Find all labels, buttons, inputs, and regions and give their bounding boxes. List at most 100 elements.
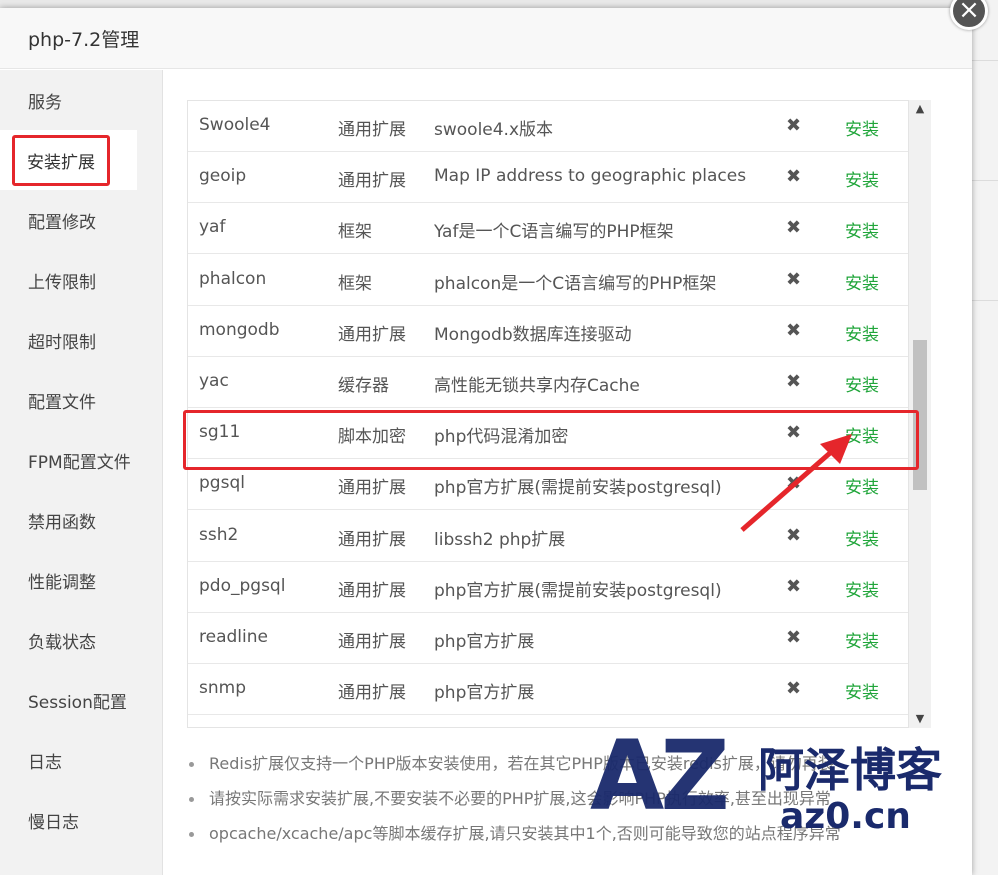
sidebar-item-label: 日志	[28, 752, 62, 773]
sidebar-item[interactable]: FPM配置文件	[0, 430, 162, 490]
not-installed-icon: ✖	[786, 115, 802, 136]
extension-type: 缓存器	[338, 376, 389, 396]
extension-name: readline	[199, 627, 268, 647]
extension-name: mongodb	[199, 319, 280, 340]
extension-description: Yaf是一个C语言编写的PHP框架	[434, 222, 674, 243]
extension-description: Map IP address to geographic places	[434, 166, 747, 187]
extension-name: pgsql	[199, 473, 245, 494]
scroll-thumb[interactable]	[913, 340, 927, 490]
extension-name: geoip	[199, 166, 247, 187]
not-installed-icon: ✖	[786, 217, 802, 239]
extension-type: 通用扩展	[338, 529, 406, 550]
install-button[interactable]: 安装	[845, 627, 879, 652]
install-button[interactable]: 安装	[845, 371, 879, 396]
table-row: geoip 通用扩展 Map IP address to geographic pl…	[188, 152, 908, 204]
extension-description: php代码混淆加密	[434, 427, 569, 448]
extension-name: yac	[199, 371, 229, 391]
sidebar: 服务安装扩展配置修改上传限制超时限制配置文件 FPM配置文件 禁用函数性能调整负载状…	[0, 70, 163, 875]
not-installed-icon: ✖	[786, 575, 802, 597]
install-button[interactable]: 安装	[845, 166, 879, 191]
sidebar-item[interactable]: 超时限制	[0, 310, 162, 370]
extension-description: php官方扩展	[434, 632, 535, 652]
extension-type: 脚本加密	[338, 427, 406, 448]
table-row: yaf 框架 Yaf是一个C语言编写的PHP框架 ✖ 安装	[188, 203, 908, 255]
sidebar-item[interactable]: 服务	[0, 70, 162, 130]
extension-name: ssh2	[199, 524, 239, 545]
install-button[interactable]: 安装	[845, 217, 879, 242]
extension-type: 通用扩展	[338, 580, 406, 601]
table-row: readline 通用扩展 php官方扩展 ✖ 安装	[188, 613, 908, 664]
not-installed-icon: ✖	[786, 268, 802, 290]
extension-description: php官方扩展(需提前安装postgresql)	[434, 478, 722, 499]
sidebar-item-label: 上传限制	[28, 272, 96, 293]
watermark-url: az0.cn	[780, 796, 911, 837]
extension-description: php官方扩展(需提前安装postgresql)	[434, 580, 722, 601]
install-button[interactable]: 安装	[845, 678, 879, 703]
sidebar-item[interactable]: 安装扩展	[0, 130, 137, 190]
extension-description: libssh2 php扩展	[434, 529, 566, 550]
watermark-logo: AZ	[590, 720, 730, 832]
annotation-arrow-icon	[740, 434, 852, 532]
extension-type: 通用扩展	[338, 171, 406, 192]
extension-type: 通用扩展	[338, 632, 406, 652]
extension-type: 通用扩展	[338, 324, 406, 345]
table-row: mongodb 通用扩展 Mongodb数据库连接驱动 ✖ 安装	[188, 306, 908, 357]
not-installed-icon: ✖	[786, 627, 802, 648]
sidebar-item[interactable]: 负载状态	[0, 610, 162, 670]
not-installed-icon: ✖	[786, 166, 802, 188]
extension-name: phalcon	[199, 268, 267, 289]
install-button[interactable]: 安装	[845, 269, 879, 294]
install-button[interactable]: 安装	[845, 576, 879, 601]
extension-description: Mongodb数据库连接驱动	[434, 324, 632, 345]
table-row: phalcon 框架 phalcon是一个C语言编写的PHP框架 ✖ 安装	[188, 255, 908, 306]
not-installed-icon: ✖	[786, 371, 802, 392]
sidebar-item[interactable]: 配置文件	[0, 370, 162, 430]
sidebar-item-label: 配置文件	[28, 392, 96, 413]
sidebar-item-label: Session配置	[28, 692, 127, 713]
dialog-title: php-7.2管理	[28, 28, 140, 51]
sidebar-item-label: 超时限制	[28, 332, 96, 353]
extension-description: 高性能无锁共享内存Cache	[434, 376, 640, 396]
extension-type: 框架	[338, 273, 372, 294]
scroll-up-icon[interactable]: ▲	[909, 100, 931, 118]
table-scrollbar[interactable]: ▲ ▼	[909, 100, 931, 728]
extension-name: sg11	[199, 422, 241, 443]
sidebar-item-label: 配置修改	[28, 212, 96, 233]
sidebar-item[interactable]: 配置修改	[0, 190, 162, 250]
sidebar-item[interactable]: 慢日志	[0, 790, 162, 850]
extension-name: Swoole4	[199, 115, 271, 135]
sidebar-item-label: 负载状态	[28, 632, 96, 653]
install-button[interactable]: 安装	[845, 115, 879, 140]
extension-type: 通用扩展	[338, 683, 406, 704]
extension-type: 通用扩展	[338, 120, 406, 140]
extension-description: phalcon是一个C语言编写的PHP框架	[434, 273, 717, 294]
extension-type: 框架	[338, 222, 372, 243]
table-row: pdo_pgsql 通用扩展 php官方扩展(需提前安装postgresql) ✖ 安装	[188, 562, 908, 613]
sidebar-item[interactable]: Session配置	[0, 670, 162, 730]
extension-description: swoole4.x版本	[434, 120, 554, 140]
install-button[interactable]: 安装	[845, 320, 879, 345]
sidebar-item-label: 安装扩展	[12, 134, 110, 186]
sidebar-item-label: 性能调整	[28, 572, 96, 593]
extension-name: pdo_pgsql	[199, 575, 286, 596]
sidebar-item-label: 禁用函数	[28, 512, 96, 533]
sidebar-item[interactable]: 性能调整	[0, 550, 162, 610]
table-row: Swoole4 通用扩展 swoole4.x版本 ✖ 安装	[188, 101, 908, 152]
extension-description: php官方扩展	[434, 683, 535, 704]
extension-name: yaf	[199, 217, 226, 238]
not-installed-icon: ✖	[786, 319, 802, 341]
dialog-header: php-7.2管理	[0, 8, 972, 69]
background-page-edge	[972, 0, 998, 875]
extension-name: snmp	[199, 678, 246, 699]
watermark: AZ 阿泽博客 az0.cn	[590, 720, 970, 860]
sidebar-item-label: 服务	[28, 92, 62, 113]
sidebar-item[interactable]: 上传限制	[0, 250, 162, 310]
sidebar-item-label: 慢日志	[28, 812, 79, 833]
watermark-name: 阿泽博客	[758, 743, 942, 797]
table-row: yac 缓存器 高性能无锁共享内存Cache ✖ 安装	[188, 357, 908, 408]
extension-type: 通用扩展	[338, 478, 406, 499]
sidebar-item[interactable]: 日志	[0, 730, 162, 790]
sidebar-item[interactable]: 禁用函数	[0, 490, 162, 550]
sidebar-item-label: FPM配置文件	[28, 452, 131, 473]
background-page-strip	[0, 0, 998, 8]
